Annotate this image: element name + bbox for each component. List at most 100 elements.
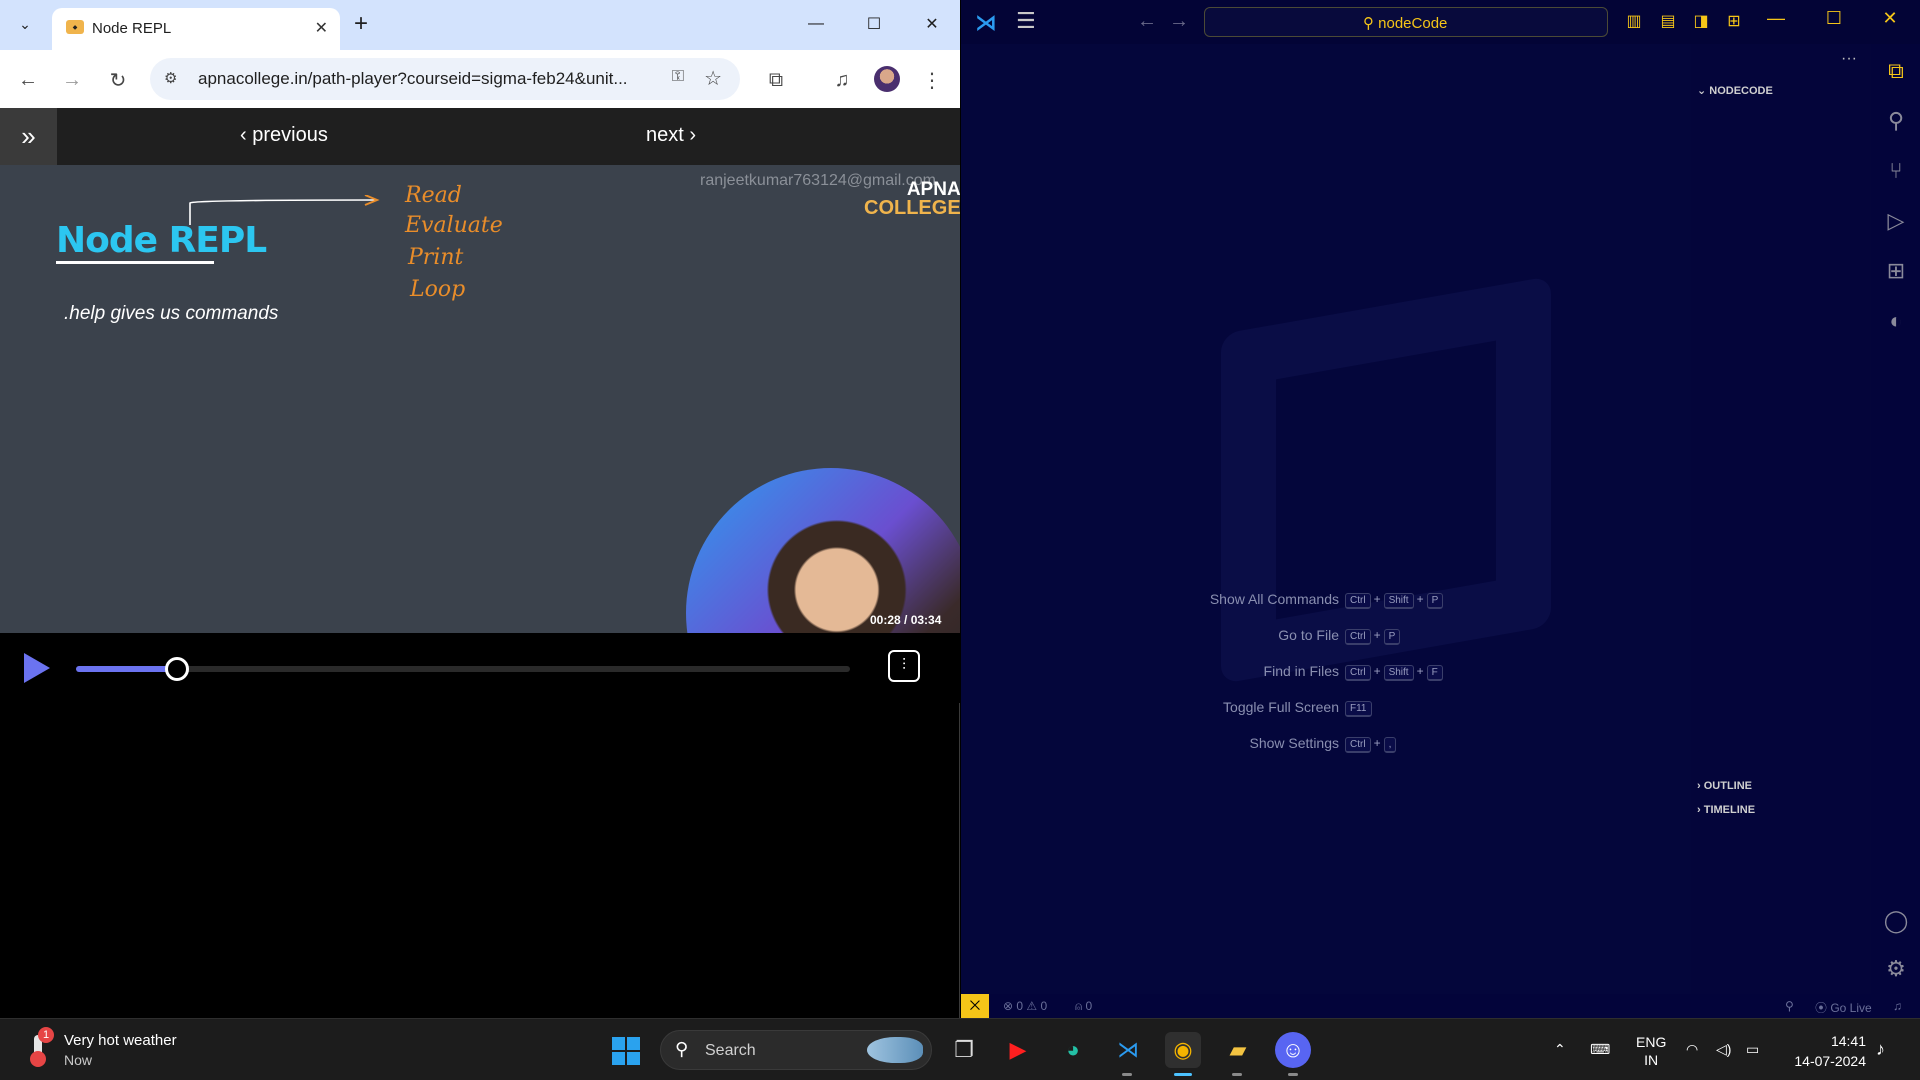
seek-bar[interactable] (76, 657, 850, 681)
source-control-icon[interactable]: ⑂ (1881, 156, 1911, 186)
shortcut-label[interactable]: Show Settings (1250, 735, 1340, 751)
extensions-icon[interactable]: ⧉ (760, 64, 792, 96)
more-icon[interactable]: ··· (1841, 50, 1857, 68)
shortcut-row: Show Settings Ctrl +, (1081, 732, 1581, 768)
chevron-up-icon[interactable]: ⌃ (1554, 1041, 1566, 1058)
outline-label: OUTLINE (1703, 780, 1753, 792)
timeline-section[interactable]: › TIMELINE (1697, 804, 1755, 816)
key-cap: Ctrl (1345, 737, 1371, 753)
shortcut-keys: F11 (1345, 698, 1372, 717)
outline-section[interactable]: › OUTLINE (1697, 780, 1752, 792)
battery-icon[interactable]: ▭ (1746, 1041, 1759, 1058)
command-center[interactable]: ⚲ nodeCode (1204, 7, 1608, 37)
clock[interactable]: 14:41 14-07-2024 (1786, 1031, 1866, 1071)
explorer-icon[interactable]: ⧉ (1881, 56, 1911, 86)
star-icon[interactable]: ☆ (704, 66, 722, 91)
shortcut-keys: Ctrl + Shift + F (1345, 662, 1443, 681)
shortcut-keys: Ctrl +, (1345, 734, 1397, 753)
key-separator: + (1373, 592, 1381, 606)
wifi-icon[interactable]: ◠ (1686, 1041, 1698, 1058)
shortcut-row: Find in Files Ctrl + Shift + F (1081, 660, 1581, 696)
shortcut-label[interactable]: Toggle Full Screen (1223, 699, 1339, 715)
edge-tools-icon[interactable]: ◐ (1881, 306, 1911, 336)
profile-avatar[interactable] (874, 66, 900, 92)
key-cap: Ctrl (1345, 593, 1371, 609)
maximize-icon[interactable]: ☐ (852, 8, 896, 40)
more-icon[interactable]: ⋮ (916, 64, 948, 96)
chrome-icon[interactable]: ◉ (1165, 1032, 1201, 1068)
back-icon[interactable]: ← (12, 64, 44, 96)
run-debug-icon[interactable]: ▷ (1881, 206, 1911, 236)
back-icon[interactable]: ← (1137, 10, 1157, 33)
maximize-icon[interactable]: ☐ (1812, 8, 1856, 29)
tab-list-icon[interactable]: ⌄ (10, 9, 40, 39)
apna-college-logo: APNA COLLEGE (864, 180, 960, 218)
keyboard-icon[interactable]: ⌨ (1590, 1041, 1610, 1058)
notification-icon[interactable]: ♪ (1876, 1039, 1885, 1060)
browser-window: ⌄ ◆ Node REPL ✕ + — ☐ ✕ ← → ↻ ⚙ apnacoll… (0, 0, 960, 1018)
search-box[interactable]: ⚲ Search (660, 1030, 932, 1070)
region-code: IN (1644, 1052, 1659, 1068)
key-cap: P (1383, 629, 1401, 645)
shortcut-label[interactable]: Go to File (1278, 627, 1339, 643)
ports-status[interactable]: ⍝ 0 (1075, 999, 1092, 1014)
toggle-secondary-sidebar-icon[interactable]: ◨ (1690, 10, 1712, 32)
expand-sidebar-icon[interactable]: » (0, 108, 57, 165)
shortcut-label[interactable]: Find in Files (1264, 663, 1339, 679)
close-window-icon[interactable]: ✕ (1868, 8, 1912, 29)
clock-time: 14:41 (1830, 1033, 1866, 1049)
forward-icon[interactable]: → (56, 64, 88, 96)
toggle-panel-icon[interactable]: ▤ (1657, 10, 1679, 32)
address-bar[interactable]: ⚙ apnacollege.in/path-player?courseid=si… (150, 58, 740, 100)
menu-icon[interactable]: ☰ (1016, 8, 1036, 34)
close-icon[interactable]: ✕ (315, 18, 328, 38)
task-view-icon[interactable]: ❐ (946, 1032, 982, 1068)
discord-icon[interactable]: ☺ (1275, 1032, 1311, 1068)
minimize-icon[interactable]: — (794, 8, 838, 40)
gear-icon[interactable]: ⚙ (1881, 954, 1911, 984)
key-icon[interactable]: ⚿ (672, 68, 684, 86)
favicon-icon: ◆ (66, 20, 84, 34)
shortcut-label[interactable]: Show All Commands (1210, 591, 1339, 607)
language-indicator[interactable]: ENG IN (1636, 1033, 1666, 1069)
seek-thumb[interactable] (165, 657, 190, 681)
youtube-icon[interactable]: ▶ (1000, 1032, 1036, 1068)
key-cap: , (1383, 737, 1397, 753)
weather-title[interactable]: Very hot weather (64, 1032, 177, 1049)
edge-icon[interactable]: ◕ (1055, 1032, 1091, 1068)
volume-icon[interactable]: ◁) (1716, 1041, 1731, 1058)
minimize-icon[interactable]: — (1754, 8, 1798, 29)
bell-icon[interactable]: ♫ (1893, 999, 1902, 1013)
search-icon: ⚲ (675, 1039, 689, 1059)
site-info-icon[interactable]: ⚙ (164, 69, 177, 87)
file-explorer-icon[interactable]: ▰ (1220, 1032, 1256, 1068)
account-icon[interactable]: ◯ (1881, 906, 1911, 936)
zoom-icon[interactable]: ⚲ (1785, 999, 1794, 1013)
vscode-icon[interactable]: ⋊ (1110, 1032, 1146, 1068)
customize-layout-icon[interactable]: ⊞ (1723, 10, 1745, 32)
video-frame[interactable]: ranjeetkumar763124@gmail.com APNA COLLEG… (0, 165, 960, 633)
browser-tab[interactable]: ◆ Node REPL ✕ (52, 8, 340, 50)
plus-icon[interactable]: + (354, 10, 368, 38)
go-live-button[interactable]: ⦿ Go Live (1815, 999, 1872, 1016)
browser-toolbar: ← → ↻ ⚙ apnacollege.in/path-player?cours… (0, 50, 960, 108)
url-text[interactable]: apnacollege.in/path-player?courseid=sigm… (198, 69, 628, 89)
remote-icon[interactable]: ⨉ (961, 994, 989, 1018)
search-icon[interactable]: ⚲ (1881, 106, 1911, 136)
explorer-panel: ··· ⌄ NODECODE › OUTLINE › TIMELINE (1691, 44, 1871, 994)
next-button[interactable]: next › (646, 124, 696, 147)
reload-icon[interactable]: ↻ (102, 64, 134, 96)
key-cap: Ctrl (1345, 665, 1371, 681)
play-icon[interactable] (24, 653, 50, 683)
close-window-icon[interactable]: ✕ (910, 8, 954, 40)
toggle-sidebar-icon[interactable]: ▥ (1623, 10, 1645, 32)
extensions-icon[interactable]: ⊞ (1881, 256, 1911, 286)
media-icon[interactable]: ♫ (826, 64, 858, 96)
forward-icon[interactable]: → (1169, 10, 1189, 33)
equalizer-settings-icon[interactable]: ⫶ (888, 650, 920, 682)
previous-button[interactable]: ‹ previous (240, 124, 328, 147)
explorer-folder[interactable]: ⌄ NODECODE (1697, 84, 1773, 97)
problems-status[interactable]: ⊗ 0 ⚠ 0 (1003, 999, 1047, 1013)
presenter-webcam (686, 468, 960, 633)
start-icon[interactable] (612, 1037, 640, 1065)
